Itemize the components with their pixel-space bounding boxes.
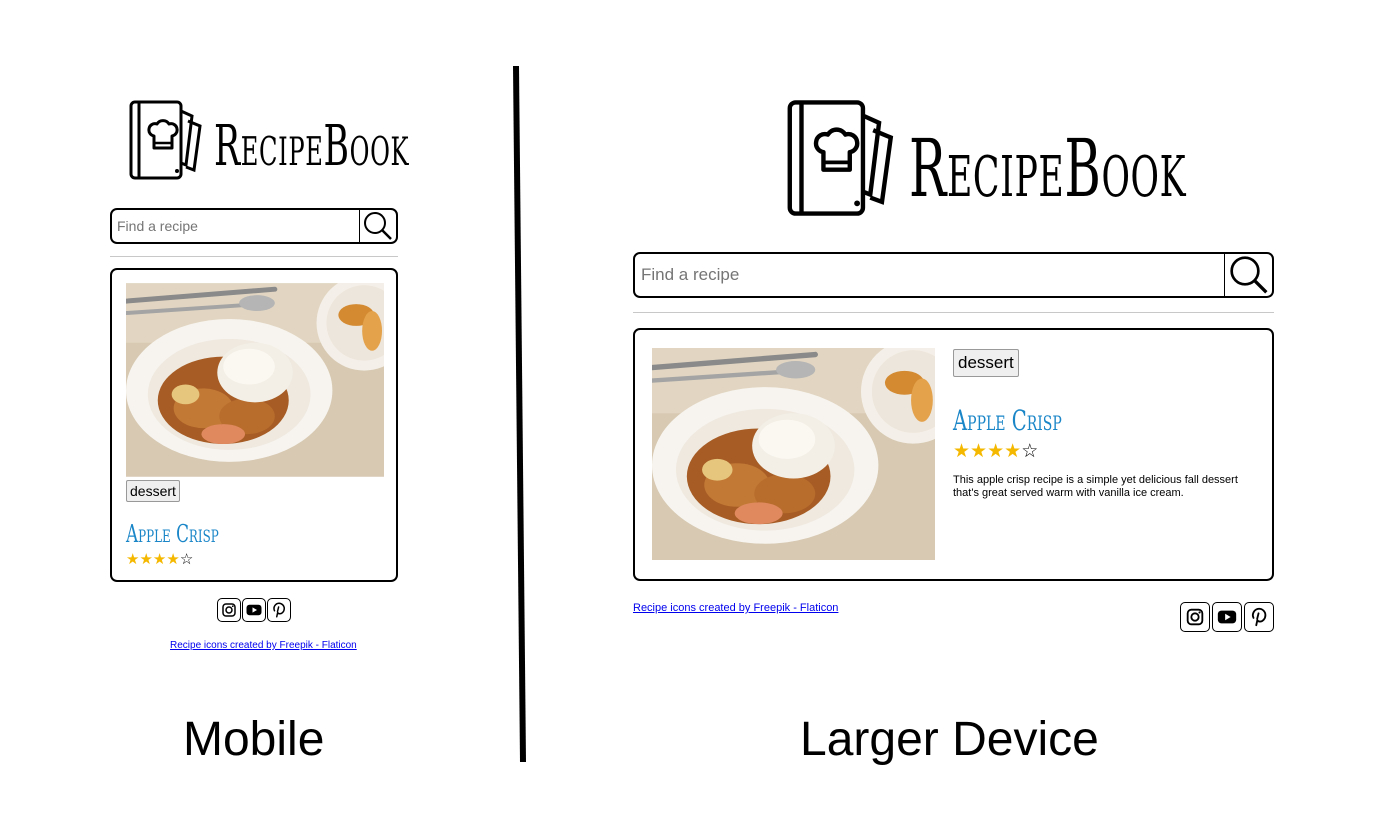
recipe-book-icon	[785, 98, 897, 218]
tag-button[interactable]: dessert	[126, 480, 180, 502]
desktop-divider	[633, 312, 1274, 313]
mobile-divider	[110, 256, 398, 257]
youtube-icon	[1217, 610, 1237, 624]
credit-link[interactable]: Recipe icons created by Freepik - Flatic…	[170, 640, 357, 651]
brand-name: RecipeBook	[214, 114, 410, 179]
star-icon: ★	[166, 551, 180, 568]
search-icon	[1229, 256, 1268, 294]
desktop-logo: RecipeBook	[785, 98, 1356, 218]
mobile-recipe-card[interactable]: dessert Apple Crisp ★★★★☆	[110, 268, 398, 582]
search-input[interactable]	[112, 217, 359, 235]
star-icon: ★	[987, 441, 1005, 462]
desktop-caption: Larger Device	[800, 713, 1099, 766]
star-icon: ★	[126, 551, 140, 568]
mobile-search-bar	[110, 208, 398, 244]
recipe-photo	[126, 283, 384, 477]
star-rating: ★★★★☆	[126, 550, 193, 568]
search-icon	[364, 212, 392, 240]
star-empty-icon: ☆	[1021, 441, 1039, 462]
pinterest-link[interactable]	[267, 598, 291, 622]
youtube-icon	[246, 604, 262, 616]
mobile-logo: RecipeBook	[128, 97, 529, 183]
star-icon: ★	[139, 551, 153, 568]
instagram-link[interactable]	[1180, 602, 1210, 632]
youtube-link[interactable]	[1212, 602, 1242, 632]
pinterest-link[interactable]	[1244, 602, 1274, 632]
instagram-icon	[1186, 608, 1204, 626]
star-icon: ★	[970, 441, 988, 462]
recipe-book-icon	[129, 100, 202, 180]
desktop-recipe-card[interactable]: dessert Apple Crisp ★★★★☆ This apple cri…	[633, 328, 1274, 581]
mobile-caption: Mobile	[183, 713, 325, 766]
desktop-search-bar	[633, 252, 1274, 298]
recipe-description: This apple crisp recipe is a simple yet …	[953, 474, 1238, 499]
search-button[interactable]	[359, 210, 396, 242]
mobile-social-links	[217, 598, 291, 622]
star-empty-icon: ☆	[179, 551, 194, 568]
star-icon: ★	[953, 441, 971, 462]
separator-line	[513, 66, 526, 763]
star-icon: ★	[152, 551, 167, 568]
search-button[interactable]	[1224, 254, 1272, 296]
recipe-photo	[652, 348, 935, 560]
brand-name: RecipeBook	[909, 122, 1187, 215]
instagram-link[interactable]	[217, 598, 241, 622]
search-input[interactable]	[635, 264, 1224, 286]
instagram-icon	[222, 603, 236, 617]
credit-link[interactable]: Recipe icons created by Freepik - Flatic…	[633, 602, 838, 614]
pinterest-icon	[1251, 607, 1267, 627]
recipe-title[interactable]: Apple Crisp	[126, 520, 219, 548]
tag-button[interactable]: dessert	[953, 349, 1019, 377]
pinterest-icon	[273, 602, 285, 618]
star-rating: ★★★★☆	[953, 440, 1038, 463]
desktop-social-links	[1180, 602, 1274, 632]
recipe-title[interactable]: Apple Crisp	[953, 404, 1062, 437]
star-icon: ★	[1004, 441, 1022, 462]
youtube-link[interactable]	[242, 598, 266, 622]
